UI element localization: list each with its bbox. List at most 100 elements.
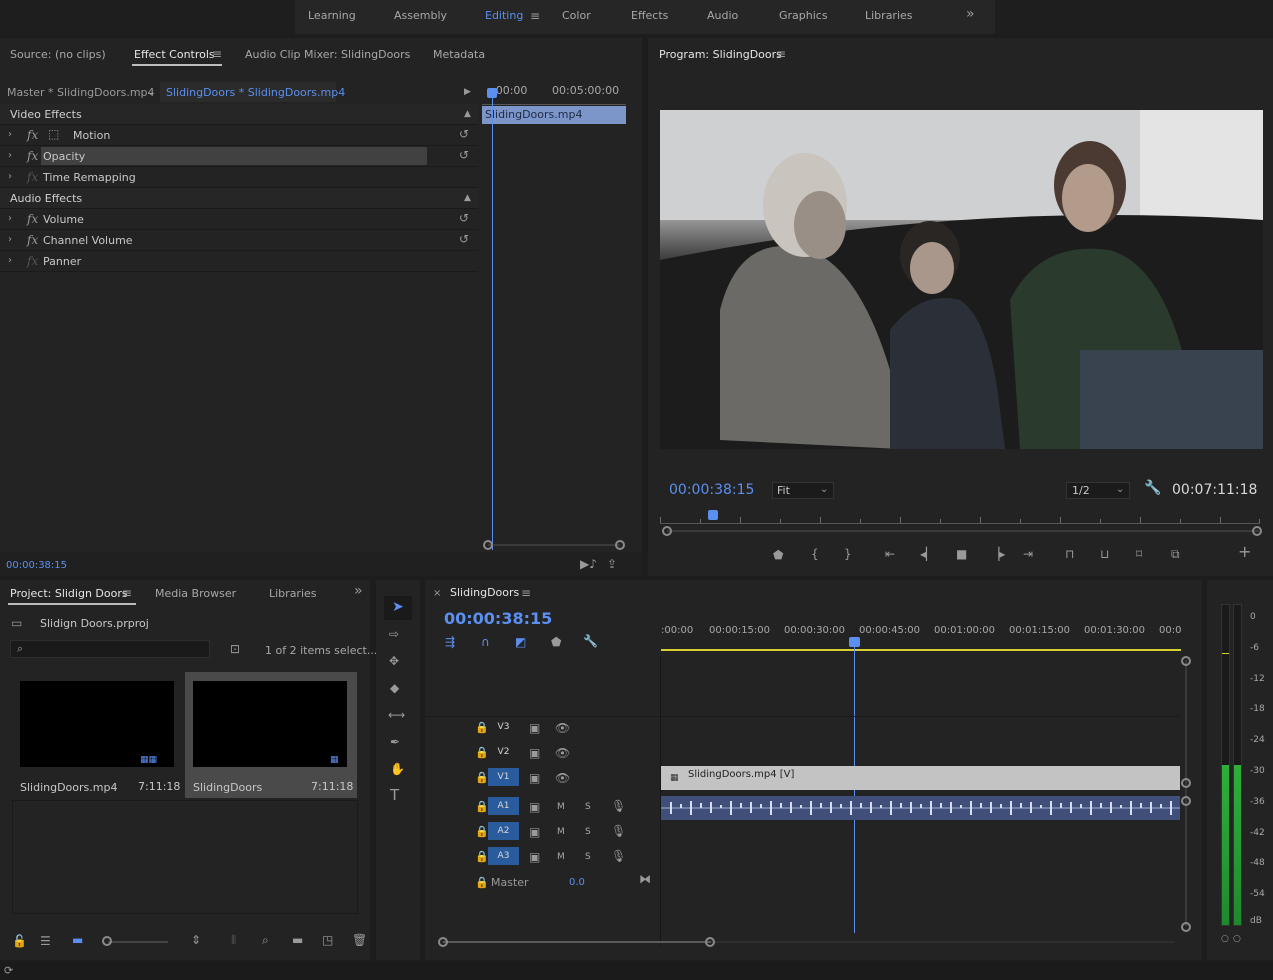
vertical-scrollbar[interactable]: [1185, 660, 1187, 926]
mute-button[interactable]: M: [557, 852, 565, 862]
chevron-down-icon[interactable]: ⌄: [147, 87, 155, 99]
mark-out-icon[interactable]: }: [844, 548, 852, 560]
mute-button[interactable]: M: [557, 827, 565, 837]
timeline-timecode[interactable]: 00:00:38:15: [444, 609, 552, 628]
selection-tool-icon[interactable]: ➤: [392, 600, 404, 614]
sync-lock-icon[interactable]: ▣: [529, 801, 540, 813]
new-bin-icon[interactable]: ▬: [292, 934, 303, 946]
add-button-icon[interactable]: +: [1238, 544, 1251, 560]
snap-icon[interactable]: ∩: [481, 636, 490, 648]
horizontal-scroll-thumb[interactable]: [443, 941, 711, 943]
panel-menu-icon[interactable]: ≡: [521, 587, 531, 599]
scroll-handle-bottom[interactable]: [1181, 922, 1191, 932]
close-icon[interactable]: ×: [433, 588, 441, 600]
stop-icon[interactable]: ■: [956, 548, 967, 560]
zoom-handle-left[interactable]: [662, 526, 672, 536]
master-clip-label[interactable]: Master * SlidingDoors.mp4: [7, 86, 155, 99]
timeline-ruler[interactable]: :00:00 00:00:15:00 00:00:30:00 00:00:45:…: [661, 620, 1181, 652]
play-only-icon[interactable]: ▶: [464, 86, 471, 98]
fit-dropdown[interactable]: Fit ⌄: [772, 482, 834, 499]
expand-icon[interactable]: ›: [8, 171, 12, 183]
project-item-clip[interactable]: ▦▦ SlidingDoors.mp4 7:11:18: [12, 672, 184, 798]
microphone-icon[interactable]: 🎙: [611, 800, 626, 812]
expand-icon[interactable]: ›: [8, 234, 12, 246]
track-label-v1[interactable]: V1: [488, 768, 519, 786]
workspace-color[interactable]: Color: [562, 9, 591, 22]
new-item-icon[interactable]: ◳: [322, 934, 333, 946]
expand-icon[interactable]: ›: [8, 255, 12, 267]
list-view-icon[interactable]: ☰: [40, 935, 51, 947]
wrench-icon[interactable]: 🔧: [1144, 481, 1161, 495]
workspace-editing[interactable]: Editing: [485, 9, 523, 22]
fx-icon[interactable]: fx: [27, 213, 38, 225]
effect-row-channel-volume[interactable]: › fx Channel Volume ↺: [0, 230, 478, 251]
sort-icon[interactable]: ⇕: [191, 934, 201, 946]
step-back-icon[interactable]: ◂▏: [920, 548, 935, 560]
type-tool-icon[interactable]: T: [390, 788, 399, 803]
workspace-libraries[interactable]: Libraries: [865, 9, 913, 22]
zoom-handle-left[interactable]: [483, 540, 493, 550]
sync-lock-icon[interactable]: ▣: [529, 747, 540, 759]
lock-icon[interactable]: 🔒: [475, 801, 489, 813]
compare-view-icon[interactable]: ⧉: [1171, 548, 1180, 560]
track-label-v3[interactable]: V3: [488, 718, 519, 736]
sync-lock-icon[interactable]: ▣: [529, 772, 540, 784]
project-item-sequence[interactable]: ▦ SlidingDoors 7:11:18: [185, 672, 357, 798]
mini-playhead[interactable]: [487, 88, 497, 98]
panel-menu-icon[interactable]: ≡: [776, 48, 786, 60]
panel-menu-icon[interactable]: ≡: [212, 48, 222, 60]
eye-icon[interactable]: 👁: [555, 747, 570, 759]
zoom-slider-handle[interactable]: [102, 936, 112, 946]
zoom-handle-right[interactable]: [705, 937, 715, 947]
effect-row-opacity[interactable]: › fx Opacity ↺: [0, 146, 478, 167]
effect-row-time-remapping[interactable]: › fx Time Remapping: [0, 167, 478, 188]
track-label-v2[interactable]: V2: [488, 743, 519, 761]
hand-tool-icon[interactable]: ✋: [390, 763, 405, 775]
sync-status-icon[interactable]: ⟳: [4, 965, 13, 977]
export-icon[interactable]: ⇪: [607, 558, 617, 570]
pen-tool-icon[interactable]: ✒: [390, 736, 400, 748]
lock-icon[interactable]: 🔒: [475, 747, 489, 759]
scroll-handle-mid[interactable]: [1181, 778, 1191, 788]
reset-icon[interactable]: ↺: [459, 128, 469, 140]
expand-icon[interactable]: ›: [8, 213, 12, 225]
program-zoom-bar[interactable]: [667, 530, 1259, 532]
workspace-menu-icon[interactable]: ≡: [530, 10, 540, 22]
tab-source[interactable]: Source: (no clips): [10, 48, 106, 61]
add-marker-icon[interactable]: ⬟: [773, 549, 783, 561]
lock-icon[interactable]: 🔒: [475, 851, 489, 863]
expand-icon[interactable]: ›: [8, 150, 12, 162]
zoom-handle-right[interactable]: [615, 540, 625, 550]
icon-view-icon[interactable]: ▬: [72, 934, 83, 946]
slip-tool-icon[interactable]: ⟷: [388, 709, 405, 721]
fx-icon[interactable]: fx: [27, 150, 38, 162]
solo-left-icon[interactable]: ○: [1221, 933, 1229, 945]
sync-lock-icon[interactable]: ▣: [529, 851, 540, 863]
microphone-icon[interactable]: 🎙: [611, 825, 626, 837]
reset-icon[interactable]: ↺: [459, 212, 469, 224]
zoom-slider[interactable]: [108, 941, 168, 943]
program-scrub-ruler[interactable]: [660, 514, 1260, 524]
solo-button[interactable]: S: [585, 827, 591, 837]
master-volume-value[interactable]: 0.0: [569, 877, 585, 888]
workspace-graphics[interactable]: Graphics: [779, 9, 828, 22]
camera-icon[interactable]: ⌑: [1136, 548, 1142, 560]
go-to-out-icon[interactable]: ⇥: [1023, 548, 1033, 560]
solo-button[interactable]: S: [585, 852, 591, 862]
wrench-icon[interactable]: 🔧: [583, 635, 598, 647]
panel-menu-icon[interactable]: ≡: [122, 587, 132, 599]
tab-metadata[interactable]: Metadata: [433, 48, 485, 61]
scroll-handle-top[interactable]: [1181, 656, 1191, 666]
new-bin-from-search-icon[interactable]: ⊡: [230, 643, 240, 655]
fx-icon[interactable]: fx: [27, 129, 38, 141]
play-audio-icon[interactable]: ▶♪: [580, 558, 597, 570]
lift-icon[interactable]: ⊓: [1065, 548, 1074, 560]
track-select-tool-icon[interactable]: ⇨: [389, 628, 399, 640]
reset-icon[interactable]: ↺: [459, 233, 469, 245]
lock-icon[interactable]: 🔒: [475, 826, 489, 838]
program-playhead[interactable]: [708, 510, 718, 520]
extract-icon[interactable]: ⊔: [1100, 548, 1109, 560]
eye-icon[interactable]: 👁: [555, 772, 570, 784]
audio-clip[interactable]: [661, 796, 1180, 820]
sync-lock-icon[interactable]: ▣: [529, 722, 540, 734]
